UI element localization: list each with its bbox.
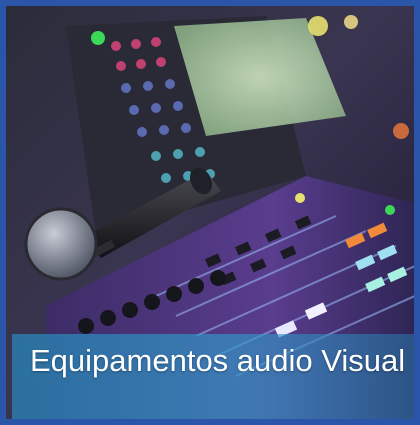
category-tile[interactable]: Equipamentos audio Visual (0, 0, 420, 425)
tile-caption[interactable]: Equipamentos audio Visual (30, 342, 410, 380)
